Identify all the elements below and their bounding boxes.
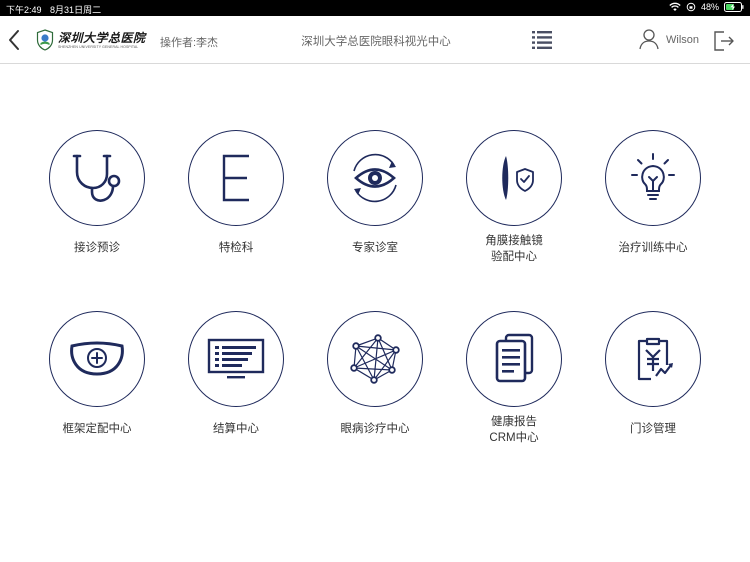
module-label: 专家诊室 [352,242,398,254]
yuan-clipboard-icon [637,337,673,381]
monitor-list-icon [207,338,265,379]
module-reception-triage[interactable]: 接诊预诊 [42,130,152,256]
network-icon [350,334,400,384]
module-label: 结算中心 [213,423,259,435]
module-expert-clinic[interactable]: 专家诊室 [320,130,430,256]
stethoscope-icon [72,154,121,202]
module-label: 角膜接触镜 验配中心 [485,235,543,263]
module-label: 特检科 [218,242,254,254]
letter-e-icon [222,154,249,202]
module-label: 治疗训练中心 [618,242,688,254]
glasses-lens-icon [70,341,124,376]
module-label: 框架定配中心 [62,423,132,435]
module-outpatient-management[interactable]: 门诊管理 [598,311,708,437]
module-health-report-crm[interactable]: 健康报告 CRM中心 [459,311,569,446]
module-label: 眼病诊疗中心 [340,423,410,435]
module-label: 门诊管理 [630,423,676,435]
report-documents-icon [495,333,534,383]
module-contact-lens-center[interactable]: 角膜接触镜 验配中心 [459,130,569,265]
contact-lens-shield-icon [502,156,534,200]
module-label: 接诊预诊 [74,242,120,254]
module-settlement-center[interactable]: 结算中心 [181,311,291,437]
module-special-exam[interactable]: 特检科 [181,130,291,256]
module-grid: 接诊预诊 特检科 专家诊室 角膜接触镜 验配中心 治疗训练中心 框架定配中心 结… [0,0,750,562]
lightbulb-icon [631,153,675,200]
eye-icon [353,153,397,203]
module-treatment-training[interactable]: 治疗训练中心 [598,130,708,256]
module-label: 健康报告 CRM中心 [489,416,539,444]
module-eye-disease-center[interactable]: 眼病诊疗中心 [320,311,430,437]
module-frame-dispensing[interactable]: 框架定配中心 [42,311,152,437]
